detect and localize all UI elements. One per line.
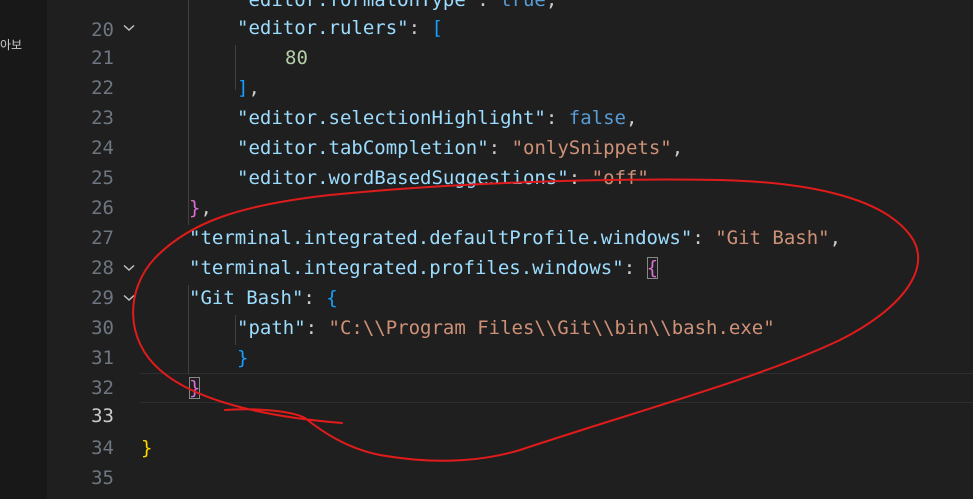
editor-window: 아보 20 "editor.formatOnType": true, 21 "e…	[0, 0, 973, 499]
code-line[interactable]: 23 ],	[47, 73, 973, 129]
comma: ,	[625, 107, 638, 129]
close-brace: }	[237, 347, 249, 369]
json-string: "onlySnippets"	[511, 137, 672, 159]
line-number: 35	[91, 467, 114, 489]
close-bracket: ]	[237, 77, 249, 99]
fold-chevron-icon[interactable]	[122, 253, 136, 283]
colon: :	[305, 317, 329, 339]
close-brace: }	[141, 437, 153, 459]
comma: ,	[829, 227, 842, 249]
colon: :	[568, 167, 592, 189]
sidebar-label: 아보	[0, 38, 23, 52]
comma: ,	[671, 137, 684, 159]
code-line[interactable]: 29 "terminal.integrated.profiles.windows…	[47, 253, 973, 309]
code-line[interactable]: 31 "path": "C:\\Program Files\\Git\\bin\…	[47, 313, 973, 369]
close-brace: }	[189, 197, 201, 219]
json-string: "C:\\Program Files\\Git\\bin\\bash.exe"	[328, 317, 775, 339]
line-number: 32	[91, 377, 114, 399]
json-string: "Git Bash"	[715, 227, 830, 249]
open-brace: {	[326, 287, 338, 309]
comma: ,	[248, 77, 260, 99]
colon: :	[692, 227, 716, 249]
colon: :	[623, 257, 647, 279]
code-editor[interactable]: 20 "editor.formatOnType": true, 21 "edit…	[47, 0, 973, 499]
json-boolean: true	[500, 0, 546, 11]
json-key: "editor.tabCompletion"	[237, 137, 489, 159]
code-line[interactable]: 24 "editor.selectionHighlight": false,	[47, 103, 973, 159]
code-line[interactable]: 26 "editor.wordBasedSuggestions": "off"	[47, 163, 973, 219]
fold-chevron-icon[interactable]	[122, 283, 136, 313]
json-key: "terminal.integrated.profiles.windows"	[189, 257, 624, 279]
json-key: "editor.wordBasedSuggestions"	[237, 167, 569, 189]
current-code-line[interactable]: 33 }	[91, 373, 973, 427]
code-line[interactable]: 25 "editor.tabCompletion": "onlySnippets…	[47, 133, 973, 189]
json-key: "editor.selectionHighlight"	[237, 107, 546, 129]
code-line[interactable]: 28 "terminal.integrated.defaultProfile.w…	[47, 223, 973, 279]
json-key: "editor.rulers"	[237, 17, 409, 39]
code-line[interactable]: 30 "Git Bash": {	[47, 283, 973, 339]
code-line[interactable]: 34	[47, 403, 973, 459]
code-line[interactable]: 35 }	[47, 433, 973, 489]
json-key: "Git Bash"	[189, 287, 304, 309]
json-key: "terminal.integrated.defaultProfile.wind…	[189, 227, 693, 249]
colon: :	[477, 0, 501, 11]
close-brace-matched: }	[189, 377, 201, 399]
json-boolean: false	[568, 107, 626, 129]
code-line[interactable]: 32 }	[47, 343, 973, 399]
open-brace-matched: {	[646, 257, 659, 279]
colon: :	[408, 17, 432, 39]
json-key: "path"	[237, 317, 306, 339]
code-line[interactable]: 22 80	[47, 43, 973, 99]
code-line[interactable]: 27 },	[47, 193, 973, 249]
code-line[interactable]: 21 "editor.rulers": [	[47, 13, 973, 69]
json-string: "off"	[591, 167, 649, 189]
json-number: 80	[285, 47, 308, 69]
colon: :	[303, 287, 327, 309]
colon: :	[545, 107, 569, 129]
open-bracket: [	[431, 17, 443, 39]
colon: :	[488, 137, 512, 159]
explorer-sidebar[interactable]: 아보	[0, 0, 47, 499]
json-key: "editor.formatOnType"	[237, 0, 478, 11]
comma: ,	[200, 197, 212, 219]
fold-chevron-icon[interactable]	[122, 13, 136, 43]
comma: ,	[545, 0, 558, 11]
